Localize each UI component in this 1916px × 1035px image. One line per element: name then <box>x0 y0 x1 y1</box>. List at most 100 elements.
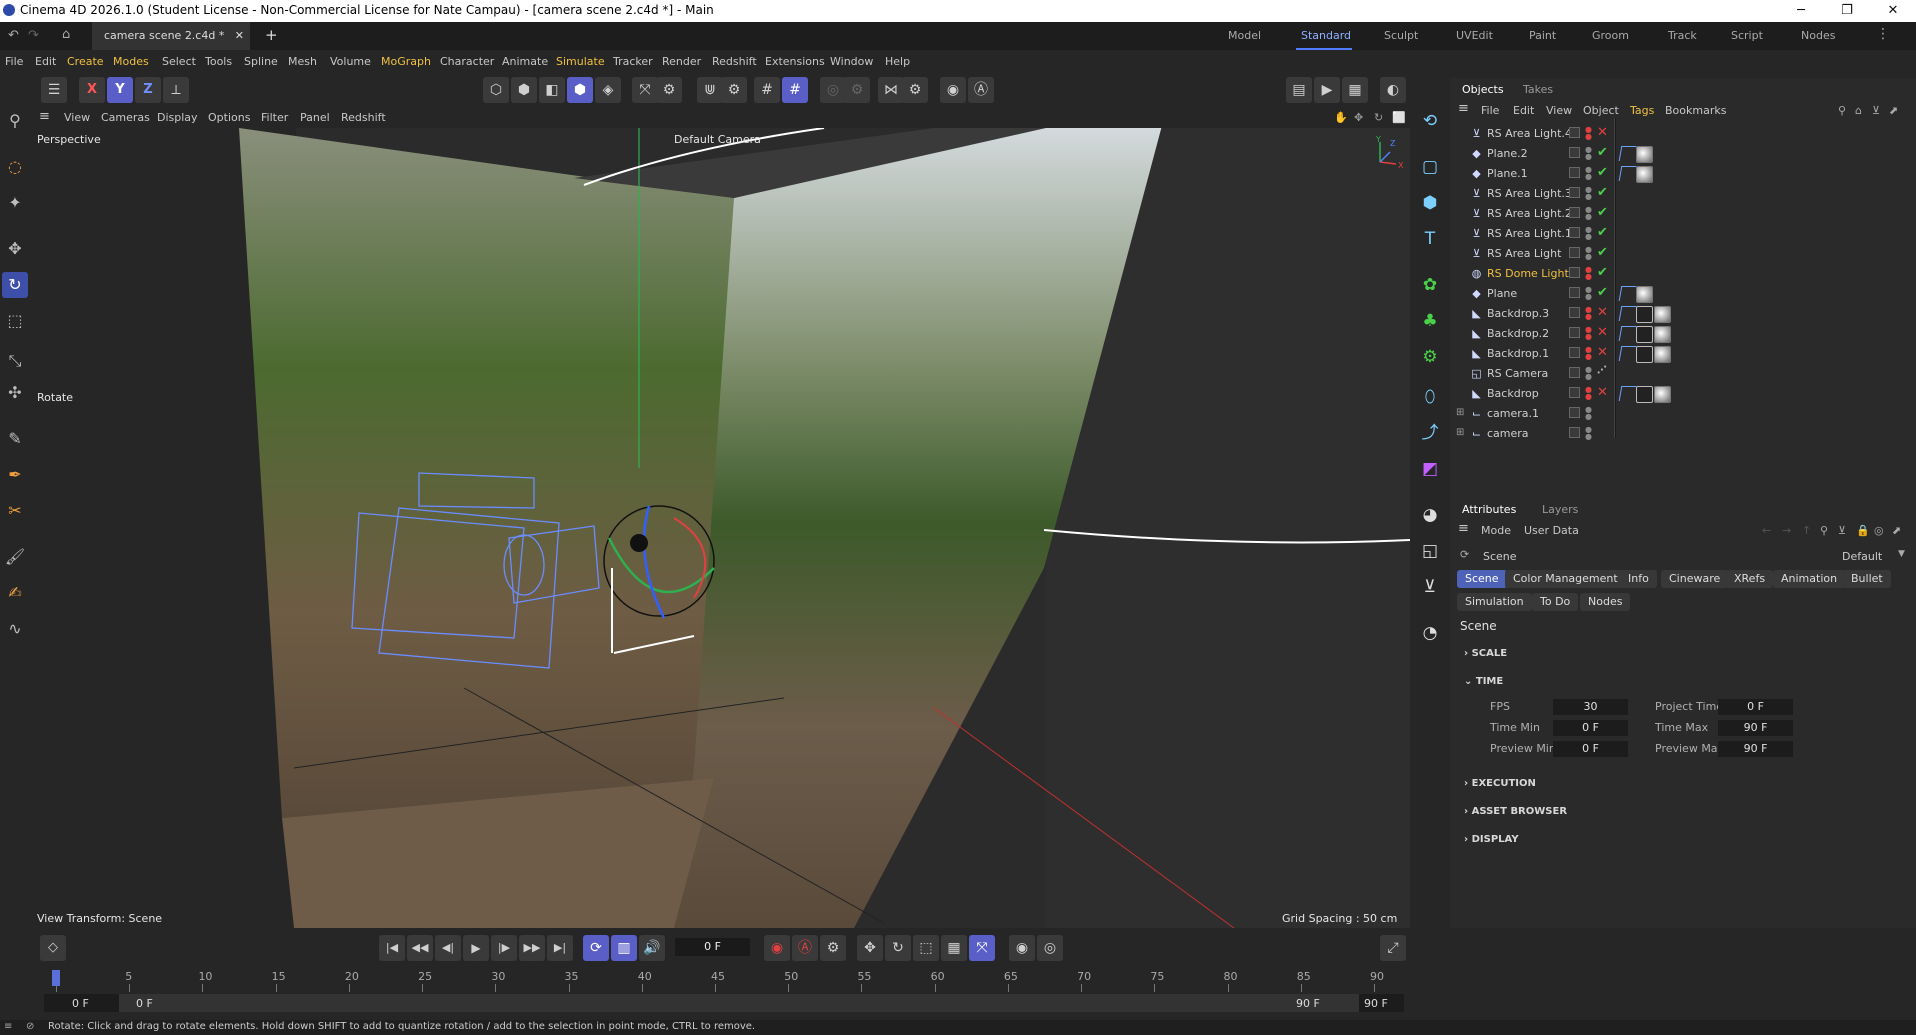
viewport-menu-view[interactable]: View <box>64 111 90 124</box>
visibility-dots-icon[interactable]: ● ● <box>1585 186 1592 201</box>
objects-menu-tags[interactable]: Tags <box>1630 104 1654 117</box>
disabled-x-icon[interactable]: ✕ <box>1597 325 1608 340</box>
object-name[interactable]: camera <box>1487 427 1529 440</box>
motion-record-icon[interactable]: ◎ <box>1037 935 1063 961</box>
key-scale-icon[interactable]: ⬚ <box>913 935 939 961</box>
autokey-button[interactable]: Ⓐ <box>792 935 818 961</box>
spline-pen-icon[interactable]: ✒ <box>2 462 28 488</box>
layer-icon[interactable] <box>1569 147 1580 158</box>
layer-icon[interactable] <box>1569 227 1580 238</box>
object-name[interactable]: Backdrop.1 <box>1487 347 1549 360</box>
lock-icon[interactable]: ◉ <box>940 77 966 103</box>
axis-y-button[interactable]: Y <box>107 77 133 103</box>
viewport-menu-icon[interactable]: ≡ <box>39 109 50 124</box>
go-to-end-button[interactable]: ▶| <box>547 935 573 961</box>
layout-tab-groom[interactable]: Groom <box>1592 29 1629 42</box>
object-row[interactable]: ◆ Plane.1 ● ● ✔ <box>1450 164 1916 184</box>
previous-key-button[interactable]: ◀◀ <box>407 935 433 961</box>
tab-attributes[interactable]: Attributes <box>1462 503 1516 516</box>
key-pla-icon[interactable]: ⤧ <box>969 935 995 961</box>
layer-icon[interactable] <box>1569 387 1580 398</box>
object-name[interactable]: RS Area Light.3 <box>1487 187 1572 200</box>
rotate-tool-icon[interactable]: ↻ <box>2 272 28 298</box>
object-row[interactable]: ◍ RS Dome Light ● ● ✔ <box>1450 264 1916 284</box>
enabled-check-icon[interactable]: ✔ <box>1597 145 1608 160</box>
menu-window[interactable]: Window <box>830 55 873 68</box>
phong-tag-icon[interactable] <box>1618 146 1637 161</box>
edges-mode-icon[interactable]: ⬢ <box>511 77 537 103</box>
layer-icon[interactable] <box>1569 247 1580 258</box>
menu-help[interactable]: Help <box>885 55 910 68</box>
layout-tab-uvedit[interactable]: UVEdit <box>1456 29 1493 42</box>
brush-tool-icon[interactable]: 🖌 <box>2 544 28 570</box>
menu-extensions[interactable]: Extensions <box>765 55 825 68</box>
forward-arrow-icon[interactable]: → <box>1782 524 1791 537</box>
add-tab-button[interactable]: + <box>265 26 278 44</box>
menu-tools[interactable]: Tools <box>205 55 232 68</box>
disabled-x-icon[interactable]: ✕ <box>1597 305 1608 320</box>
enabled-check-icon[interactable]: ✔ <box>1597 205 1608 220</box>
axis-mode-icon[interactable]: ⤧ <box>632 77 658 103</box>
section-time[interactable]: ⌄ TIME <box>1464 676 1503 687</box>
viewport-menu-options[interactable]: Options <box>208 111 250 124</box>
enabled-check-icon[interactable]: ✔ <box>1597 245 1608 260</box>
home-icon[interactable]: ⌂ <box>1855 104 1862 117</box>
3d-viewport[interactable]: Perspective Default Camera Rotate View T… <box>34 128 1410 928</box>
layer-icon[interactable] <box>1569 407 1580 418</box>
filter-icon[interactable]: ⊻ <box>1872 104 1880 117</box>
object-name[interactable]: camera.1 <box>1487 407 1539 420</box>
visibility-dots-icon[interactable]: ● ● <box>1585 286 1592 301</box>
timeline-expand-icon[interactable]: ⤢ <box>1380 935 1406 961</box>
up-arrow-icon[interactable]: ↑ <box>1802 524 1811 537</box>
model-mode-icon[interactable]: ⬢ <box>567 77 593 103</box>
layout-tab-standard[interactable]: Standard <box>1301 29 1351 42</box>
menu-volume[interactable]: Volume <box>330 55 371 68</box>
search-icon[interactable]: ⚲ <box>1838 104 1846 117</box>
section-display[interactable]: › DISPLAY <box>1464 834 1519 845</box>
layer-icon[interactable] <box>1569 287 1580 298</box>
current-frame-field[interactable]: 0 F <box>675 938 750 956</box>
disabled-x-icon[interactable]: ✕ <box>1597 385 1608 400</box>
keyframe-icon[interactable]: ◇ <box>40 935 66 961</box>
select-tool-icon[interactable]: ◌ <box>2 154 28 180</box>
material-tag-icon[interactable] <box>1654 306 1671 323</box>
menu-mograph[interactable]: MoGraph <box>381 55 431 68</box>
layout-tab-sculpt[interactable]: Sculpt <box>1384 29 1418 42</box>
back-arrow-icon[interactable]: ← <box>1762 524 1771 537</box>
effector-icon[interactable]: ⚙ <box>1417 344 1443 370</box>
settings-icon[interactable]: ◎ <box>1874 524 1884 537</box>
render-settings-icon[interactable]: ▦ <box>1342 77 1368 103</box>
time-min-field[interactable]: 0 F <box>1553 720 1628 736</box>
menu-file[interactable]: File <box>5 55 23 68</box>
pill-animation[interactable]: Animation <box>1773 570 1846 588</box>
visibility-dots-icon[interactable]: ● ● <box>1585 246 1592 261</box>
playhead[interactable] <box>52 970 60 986</box>
frame-rate-button[interactable]: ▥ <box>611 935 637 961</box>
snap-settings-icon[interactable]: ⚙ <box>721 77 747 103</box>
home-icon[interactable]: ⌂ <box>62 27 70 42</box>
new-window-icon[interactable]: ⬈ <box>1889 104 1898 117</box>
layer-icon[interactable] <box>1569 187 1580 198</box>
object-row[interactable]: ⊻ RS Area Light ● ● ✔ <box>1450 244 1916 264</box>
object-row[interactable]: ⊻ RS Area Light.1 ● ● ✔ <box>1450 224 1916 244</box>
text-icon[interactable]: T <box>1417 226 1443 252</box>
transform-tool-icon[interactable]: ⤡ <box>2 348 28 374</box>
layer-icon[interactable] <box>1569 207 1580 218</box>
camera-tag-icon[interactable]: ⋰ <box>1597 365 1607 376</box>
filter-icon[interactable]: ⊻ <box>1838 524 1846 537</box>
project-time-field[interactable]: 0 F <box>1718 699 1793 715</box>
render-region-icon[interactable]: ▤ <box>1286 77 1312 103</box>
layer-icon[interactable] <box>1569 127 1580 138</box>
objects-menu-view[interactable]: View <box>1546 104 1572 117</box>
soft-selection-settings-icon[interactable]: ⚙ <box>844 77 870 103</box>
loop-button[interactable]: ⟳ <box>583 935 609 961</box>
layout-tab-track[interactable]: Track <box>1668 29 1697 42</box>
maximize-button[interactable]: ❐ <box>1824 0 1870 22</box>
redshift-render-icon[interactable]: ◐ <box>1380 77 1406 103</box>
select-filter-icon[interactable]: ☰ <box>41 77 67 103</box>
layer-icon[interactable] <box>1569 167 1580 178</box>
new-window-icon[interactable]: ⬈ <box>1892 524 1901 537</box>
spline-pen-icon[interactable]: ⟲ <box>1417 108 1443 134</box>
menu-render[interactable]: Render <box>662 55 701 68</box>
tab-objects[interactable]: Objects <box>1462 83 1504 96</box>
